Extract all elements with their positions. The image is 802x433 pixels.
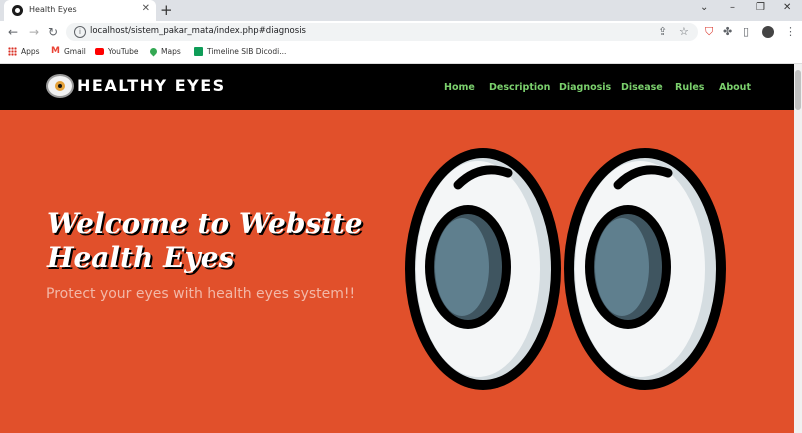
close-window-button[interactable]: ✕ [783, 2, 791, 13]
bookmark-star-icon[interactable]: ☆ [679, 25, 689, 38]
forward-arrow-icon[interactable]: → [29, 25, 39, 39]
bookmark-timeline[interactable]: Timeline SIB Dicodi... [194, 47, 286, 56]
bookmark-youtube[interactable]: YouTube [95, 47, 139, 56]
bookmark-label: YouTube [108, 47, 139, 56]
bookmark-label: Timeline SIB Dicodi... [207, 47, 287, 56]
extensions-puzzle-icon[interactable]: ✤ [723, 25, 732, 38]
side-panel-icon[interactable]: ▯ [743, 25, 749, 38]
youtube-icon [95, 48, 104, 55]
tab-search-icon[interactable]: ⌄ [700, 2, 708, 13]
headline-line-2: Health Eyes [47, 241, 235, 274]
cartoon-eyes-illustration [405, 148, 726, 390]
minimize-button[interactable]: – [730, 2, 735, 13]
nav-home[interactable]: Home [444, 82, 475, 93]
tab-close-icon[interactable]: ✕ [142, 3, 150, 14]
left-eye-icon [405, 148, 561, 390]
eye-logo-icon[interactable] [46, 74, 74, 98]
new-tab-button[interactable]: + [160, 1, 173, 19]
nav-about[interactable]: About [719, 82, 751, 93]
bookmarks-bar: Apps M Gmail YouTube Maps Timeline SIB D… [0, 43, 802, 64]
gmail-icon: M [51, 46, 60, 56]
browser-menu-icon[interactable]: ⋮ [785, 25, 796, 38]
maximize-button[interactable]: ❐ [756, 2, 765, 13]
scrollbar-thumb[interactable] [795, 70, 801, 110]
maps-pin-icon [148, 46, 159, 57]
nav-description[interactable]: Description [489, 82, 550, 93]
bookmark-maps[interactable]: Maps [148, 46, 181, 57]
reload-icon[interactable]: ↻ [48, 25, 58, 39]
share-icon[interactable]: ⇪ [658, 25, 667, 38]
hero-subtitle: Protect your eyes with health eyes syste… [46, 286, 356, 302]
tab-title: Health Eyes [29, 5, 77, 14]
site-favicon-icon [12, 5, 23, 16]
bookmark-apps[interactable]: Apps [8, 47, 40, 56]
back-arrow-icon[interactable]: ← [8, 25, 18, 39]
hero-headline: Welcome to Website Health Eyes [47, 207, 363, 275]
nav-rules[interactable]: Rules [675, 82, 704, 93]
browser-tab[interactable]: Health Eyes ✕ [4, 0, 156, 21]
address-bar[interactable]: i localhost/sistem_pakar_mata/index.php#… [66, 23, 698, 41]
bookmark-gmail[interactable]: M Gmail [51, 46, 86, 57]
headline-line-1: Welcome to Website [47, 207, 363, 240]
nav-disease[interactable]: Disease [621, 82, 663, 93]
site-brand[interactable]: HEALTHY EYES [77, 76, 226, 95]
bookmark-label: Maps [161, 47, 181, 56]
browser-toolbar: ← → ↻ i localhost/sistem_pakar_mata/inde… [0, 21, 802, 43]
bookmark-label: Apps [21, 47, 40, 56]
tab-strip: Health Eyes ✕ + ⌄ – ❐ ✕ [0, 0, 802, 21]
profile-avatar[interactable] [762, 26, 774, 38]
bookmark-label: Gmail [64, 47, 86, 56]
url-text[interactable]: localhost/sistem_pakar_mata/index.php#di… [90, 26, 306, 36]
site-info-icon[interactable]: i [74, 26, 86, 38]
nav-diagnosis[interactable]: Diagnosis [559, 82, 611, 93]
page-scrollbar[interactable] [794, 64, 802, 433]
right-eye-icon [564, 148, 726, 390]
sheets-icon [194, 47, 203, 56]
extension-shield-icon[interactable]: ⛉ [705, 25, 713, 39]
apps-grid-icon [8, 47, 17, 56]
